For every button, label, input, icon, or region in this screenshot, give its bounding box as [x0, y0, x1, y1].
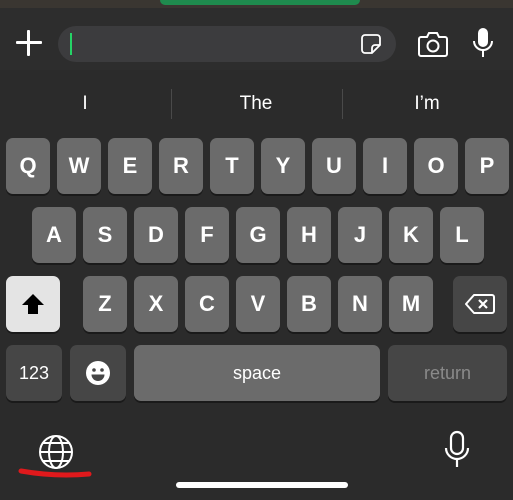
key-t[interactable]: T	[210, 138, 254, 194]
key-y[interactable]: Y	[261, 138, 305, 194]
key-v[interactable]: V	[236, 276, 280, 332]
shift-key[interactable]	[6, 276, 60, 332]
key-w[interactable]: W	[57, 138, 101, 194]
key-d[interactable]: D	[134, 207, 178, 263]
key-h[interactable]: H	[287, 207, 331, 263]
return-key[interactable]: return	[388, 345, 507, 401]
keyboard: I The I’m Q W E R T Y U I O P A S D F G …	[0, 70, 513, 500]
shift-icon	[22, 294, 44, 314]
dictation-microphone-icon[interactable]	[443, 430, 471, 470]
home-indicator	[176, 482, 348, 488]
emoji-key[interactable]	[70, 345, 126, 401]
key-f[interactable]: F	[185, 207, 229, 263]
key-x[interactable]: X	[134, 276, 178, 332]
message-input[interactable]	[58, 26, 396, 62]
key-c[interactable]: C	[185, 276, 229, 332]
key-o[interactable]: O	[414, 138, 458, 194]
delete-key[interactable]	[453, 276, 507, 332]
suggestion-1[interactable]: I	[0, 86, 170, 122]
key-z[interactable]: Z	[83, 276, 127, 332]
key-s[interactable]: S	[83, 207, 127, 263]
key-b[interactable]: B	[287, 276, 331, 332]
key-i[interactable]: I	[363, 138, 407, 194]
sticker-icon[interactable]	[360, 33, 382, 55]
space-key[interactable]: space	[134, 345, 380, 401]
key-a[interactable]: A	[32, 207, 76, 263]
red-annotation-underline	[18, 468, 92, 478]
microphone-icon[interactable]	[470, 26, 496, 60]
key-g[interactable]: G	[236, 207, 280, 263]
key-u[interactable]: U	[312, 138, 356, 194]
text-caret	[70, 33, 72, 55]
plus-icon[interactable]	[14, 28, 44, 58]
key-j[interactable]: J	[338, 207, 382, 263]
numbers-key[interactable]: 123	[6, 345, 62, 401]
key-e[interactable]: E	[108, 138, 152, 194]
message-bubble-edge	[160, 0, 360, 5]
key-k[interactable]: K	[389, 207, 433, 263]
chat-background-strip	[0, 0, 513, 8]
predictive-suggestions: I The I’m	[0, 86, 513, 122]
key-l[interactable]: L	[440, 207, 484, 263]
key-n[interactable]: N	[338, 276, 382, 332]
suggestion-3[interactable]: I’m	[342, 86, 512, 122]
message-input-bar	[0, 8, 513, 70]
suggestion-2[interactable]: The	[171, 86, 341, 122]
key-q[interactable]: Q	[6, 138, 50, 194]
key-p[interactable]: P	[465, 138, 509, 194]
key-m[interactable]: M	[389, 276, 433, 332]
emoji-icon	[86, 361, 110, 385]
key-r[interactable]: R	[159, 138, 203, 194]
delete-icon	[465, 294, 495, 314]
camera-icon[interactable]	[417, 30, 449, 58]
